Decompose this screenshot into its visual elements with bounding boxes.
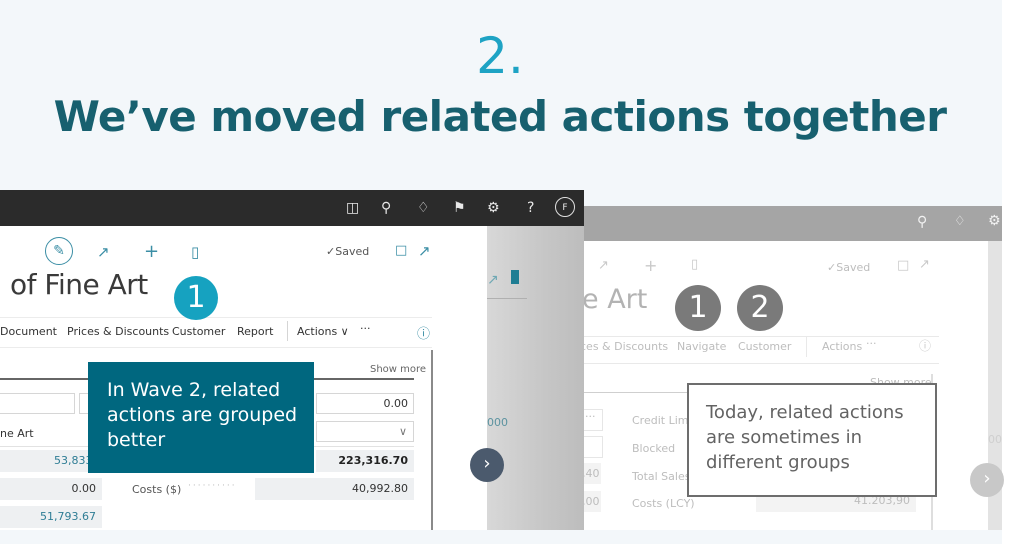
expand-icon[interactable]: ↗ bbox=[919, 257, 930, 272]
delete-icon[interactable]: ▯ bbox=[191, 243, 199, 261]
badge-2-today: 2 bbox=[737, 285, 783, 331]
slide-edge bbox=[1002, 0, 1024, 544]
open-new-icon[interactable]: □ bbox=[395, 243, 407, 258]
menu-prices-discounts[interactable]: ces & Discounts bbox=[584, 340, 668, 353]
input-field[interactable] bbox=[584, 436, 603, 458]
menu-prices-discounts[interactable]: Prices & Discounts bbox=[67, 325, 169, 338]
avatar[interactable]: F bbox=[555, 197, 575, 217]
page-title: of Fine Art bbox=[10, 268, 148, 301]
saved-status: ✓Saved bbox=[827, 261, 871, 274]
costs-label: Costs ($) bbox=[132, 483, 182, 496]
menu-actions[interactable]: Actions ∨ bbox=[297, 325, 349, 338]
menu-customer[interactable]: Customer bbox=[172, 325, 225, 338]
edit-icon[interactable]: ✎ bbox=[45, 237, 73, 265]
share-icon[interactable]: ↗ bbox=[97, 243, 110, 261]
zero-value: 0.00 bbox=[0, 478, 102, 500]
bell-icon[interactable]: ♢ bbox=[417, 200, 430, 216]
saved-status: ✓Saved bbox=[326, 245, 370, 258]
name-field[interactable]: ne Art bbox=[0, 427, 34, 440]
today-callout: Today, related actions are sometimes in … bbox=[687, 383, 937, 497]
help-icon[interactable]: ? bbox=[527, 200, 534, 216]
next-button[interactable]: › bbox=[470, 448, 504, 482]
menu-customer[interactable]: Customer bbox=[738, 340, 791, 353]
info-icon[interactable]: ⓘ bbox=[919, 337, 931, 354]
credit-field[interactable]: 0.00 bbox=[316, 393, 414, 414]
menu-document[interactable]: Document bbox=[0, 325, 57, 338]
blocked-label: Blocked bbox=[632, 442, 676, 455]
delete-icon[interactable]: ▯ bbox=[691, 257, 698, 272]
wave2-callout: In Wave 2, related actions are grouped b… bbox=[88, 362, 314, 473]
today-topbar: ⚲ ♢ ⚙ bbox=[584, 206, 1002, 241]
slide-title: We’ve moved related actions together bbox=[53, 92, 947, 141]
step-number: 2. bbox=[476, 27, 524, 85]
gear-icon[interactable]: ⚙ bbox=[988, 213, 1001, 229]
info-icon[interactable]: ⓘ bbox=[417, 323, 430, 342]
total-sales-label: Total Sales bbox=[632, 470, 691, 483]
more-icon[interactable]: ··· bbox=[360, 322, 371, 335]
add-icon[interactable]: + bbox=[644, 256, 657, 275]
costs-label: Costs (LCY) bbox=[632, 497, 695, 510]
search-icon[interactable]: ⚲ bbox=[917, 214, 927, 230]
badge-1: 1 bbox=[174, 276, 218, 320]
show-more-link[interactable]: Show more bbox=[370, 364, 426, 375]
bell-icon[interactable]: ♢ bbox=[954, 214, 966, 229]
wave2-topbar: ◫ ⚲ ♢ ⚑ ⚙ ? F bbox=[0, 190, 584, 226]
gear-icon[interactable]: ⚙ bbox=[487, 200, 500, 216]
open-new-icon[interactable]: □ bbox=[897, 258, 909, 273]
page-title: e Art bbox=[584, 284, 648, 315]
menu-report[interactable]: Report bbox=[237, 325, 273, 338]
blocked-dropdown[interactable]: ∨ bbox=[316, 421, 414, 442]
balance-value[interactable]: 53,833. bbox=[0, 450, 102, 472]
lookup-field[interactable]: ··· bbox=[584, 409, 603, 431]
menu-navigate[interactable]: Navigate bbox=[677, 340, 726, 353]
input-field[interactable] bbox=[0, 393, 75, 414]
report-icon[interactable]: ◫ bbox=[346, 200, 359, 216]
scrollbar[interactable] bbox=[431, 350, 433, 530]
more-icon[interactable]: ··· bbox=[866, 337, 877, 350]
badge-1-today: 1 bbox=[675, 285, 721, 331]
share-icon[interactable]: ↗ bbox=[598, 258, 609, 273]
menu-actions[interactable]: Actions bbox=[822, 340, 862, 353]
expand-icon[interactable]: ↗ bbox=[418, 242, 431, 260]
balance-due-value[interactable]: 51,793.67 bbox=[0, 506, 102, 528]
search-icon[interactable]: ⚲ bbox=[381, 200, 391, 216]
costs-value: 40,992.80 bbox=[255, 478, 414, 500]
total-sales-value: 223,316.70 bbox=[316, 450, 414, 472]
next-button-today[interactable]: › bbox=[970, 463, 1004, 497]
flag-icon[interactable]: ⚑ bbox=[453, 200, 466, 216]
add-icon[interactable]: + bbox=[144, 241, 159, 262]
